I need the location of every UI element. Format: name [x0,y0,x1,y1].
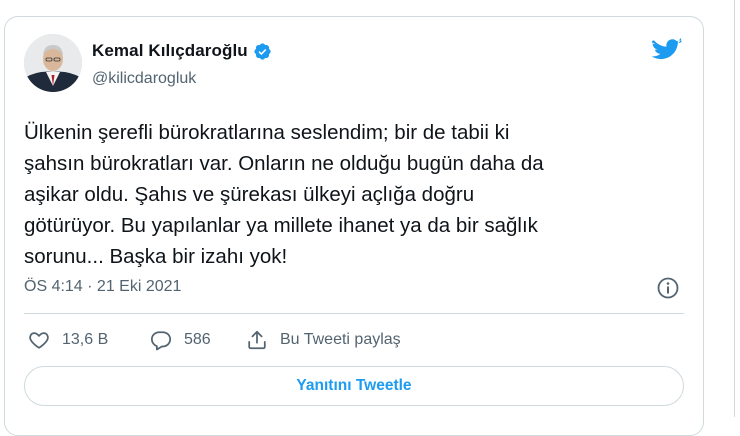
share-label: Bu Tweeti paylaş [280,331,401,348]
reply-button[interactable]: 586 [150,329,211,351]
avatar[interactable] [24,34,82,92]
action-divider [24,313,684,314]
share-button[interactable]: Bu Tweeti paylaş [246,329,401,351]
user-name-row[interactable]: Kemal Kılıçdaroğlu [92,41,272,61]
info-icon[interactable] [656,276,680,300]
like-count: 13,6 B [62,331,109,348]
tweet-text: Ülkenin şerefli bürokratlarına seslendim… [24,121,544,268]
avatar-photo [24,34,82,92]
tweet-timestamp[interactable]: ÖS 4:14 · 21 Eki 2021 [24,278,181,296]
reply-count: 586 [184,331,211,348]
user-handle[interactable]: @kilicdarogluk [92,70,196,88]
like-button[interactable]: 13,6 B [28,329,108,351]
page-edge-divider [734,0,735,417]
share-icon [248,330,266,350]
verified-badge-icon [254,42,271,60]
tweet-your-reply-button[interactable]: Yanıtını Tweetle [24,366,684,406]
twitter-bird-icon[interactable] [652,38,682,64]
heart-icon [29,332,49,349]
reply-button-label: Yanıtını Tweetle [296,377,412,394]
reply-bubble-icon [150,331,172,351]
display-name[interactable]: Kemal Kılıçdaroğlu [92,41,248,61]
